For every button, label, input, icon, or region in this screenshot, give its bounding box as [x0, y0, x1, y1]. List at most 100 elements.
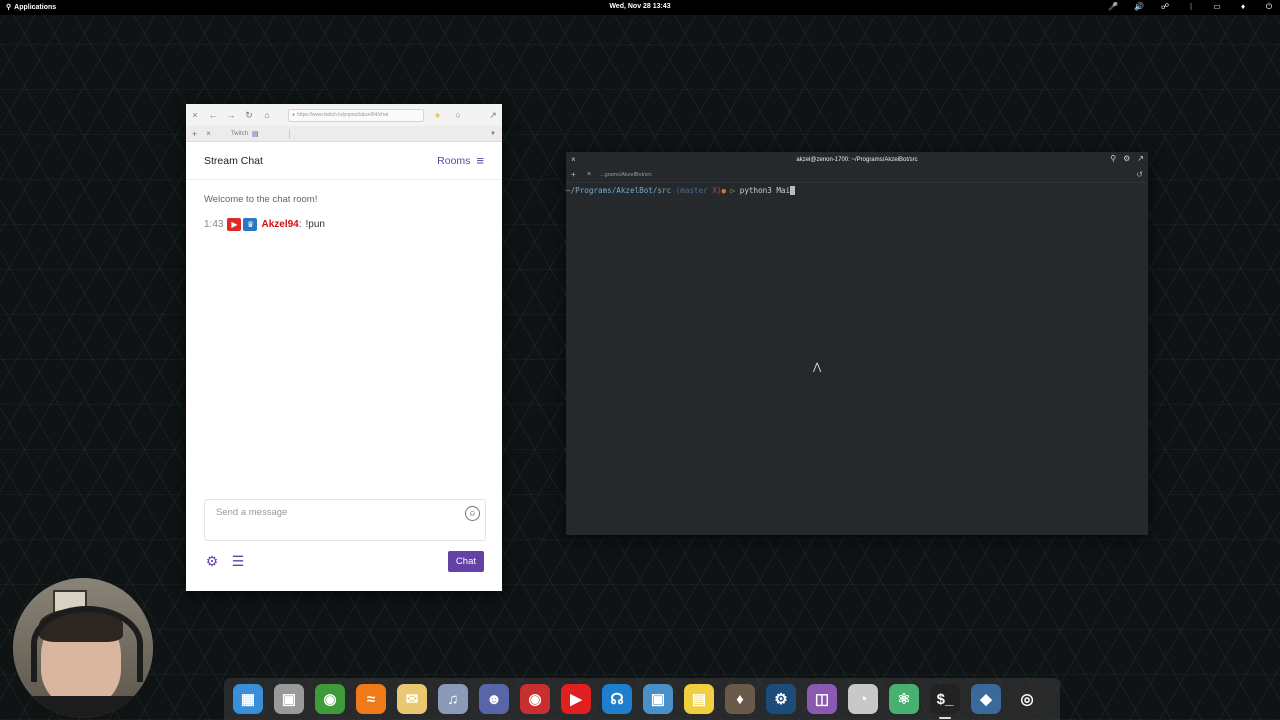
terminal-tab[interactable]: ...grams/AkzelBot/src	[600, 172, 652, 178]
forward-icon[interactable]: →	[222, 110, 240, 120]
dock-app[interactable]: ◔	[845, 681, 881, 717]
prompt-dot-icon: ●	[721, 186, 727, 195]
browser-icon: ◉	[315, 684, 345, 714]
dock-app[interactable]: ▦	[230, 681, 266, 717]
prompt-arrow-icon: ▷	[730, 186, 736, 195]
notes-icon: ▤	[684, 684, 714, 714]
network-icon[interactable]: ☍	[1160, 2, 1170, 12]
subscriber-badge-icon[interactable]: ♛	[243, 218, 258, 231]
extension-icon[interactable]: ★	[434, 111, 441, 120]
close-tab-icon[interactable]: ×	[206, 129, 211, 138]
terminal-title: akzel@zenon-1700: ~/Programs/AkzelBot/sr…	[796, 156, 918, 163]
browser-toolbar: × ← → ↻ ⌂ ● https://www.twitch.tv/popout…	[186, 104, 502, 126]
bluetooth-icon[interactable]: ᛁ	[1186, 2, 1196, 12]
multitasking-view-icon: ▦	[233, 684, 263, 714]
close-icon[interactable]: ×	[186, 110, 204, 120]
reload-icon[interactable]: ↻	[240, 110, 258, 121]
game-icon: ♦	[725, 684, 755, 714]
mail-icon: ✉	[397, 684, 427, 714]
photos-icon: ▣	[643, 684, 673, 714]
viewer-list-icon[interactable]: ☰	[230, 553, 246, 570]
dock-app[interactable]: ♦	[722, 681, 758, 717]
dock-app[interactable]: ≈	[353, 681, 389, 717]
youtube-icon: ▶	[561, 684, 591, 714]
terminal-icon: $_	[930, 684, 960, 714]
close-icon[interactable]: ×	[571, 155, 576, 164]
message-username[interactable]: Akzel94	[261, 219, 298, 230]
history-icon[interactable]: ↺	[1136, 170, 1143, 179]
dock-app[interactable]: ▣	[640, 681, 676, 717]
welcome-message: Welcome to the chat room!	[204, 194, 318, 205]
search-icon[interactable]: ⚲	[1110, 154, 1116, 163]
chat-message: 1:43 ▶ ♛ Akzel94: !pun	[204, 218, 325, 231]
prompt-branch: (master	[675, 186, 713, 195]
new-tab-icon[interactable]: +	[192, 129, 197, 139]
broadcaster-badge-icon[interactable]: ▶	[227, 218, 242, 231]
terminal-output[interactable]: ~/Programs/AkzelBot/src (master X)● ▷ py…	[566, 183, 1148, 195]
dock-app[interactable]: ◉	[517, 681, 553, 717]
power-icon[interactable]: ⏻	[1264, 2, 1274, 12]
notifications-icon[interactable]: ♦	[1238, 2, 1248, 12]
dock-app[interactable]: ▣	[271, 681, 307, 717]
lock-icon: ●	[292, 112, 296, 118]
appcenter-icon: ◫	[807, 684, 837, 714]
dock-app[interactable]: ▤	[681, 681, 717, 717]
new-tab-icon[interactable]: +	[571, 170, 576, 179]
dock-app[interactable]: ◎	[1009, 681, 1045, 717]
dock-app[interactable]: ☻	[476, 681, 512, 717]
podcasts-icon: ☊	[602, 684, 632, 714]
tab-twitch[interactable]: Twitch ▤	[219, 130, 289, 138]
terminal-titlebar: × akzel@zenon-1700: ~/Programs/AkzelBot/…	[566, 152, 1148, 167]
dock-app[interactable]: ▶	[558, 681, 594, 717]
tab-divider	[288, 128, 290, 139]
volume-icon[interactable]: 🔊	[1134, 2, 1144, 12]
rooms-button[interactable]: Rooms ≡	[437, 153, 484, 168]
dock-app[interactable]: ♫	[435, 681, 471, 717]
emoji-icon[interactable]: ☺	[465, 506, 480, 521]
fullscreen-icon[interactable]: ↗	[484, 110, 502, 121]
datetime[interactable]: Wed, Nov 28 13:43	[609, 3, 670, 10]
url-bar[interactable]: ● https://www.twitch.tv/popout/akzel94/c…	[288, 108, 424, 122]
top-panel: ⚲ Applications Wed, Nov 28 13:43 🎤 🔊 ☍ ᛁ…	[0, 0, 1280, 15]
dock-app[interactable]: ◫	[804, 681, 840, 717]
atom-icon: ⚛	[889, 684, 919, 714]
dock-app[interactable]: ✉	[394, 681, 430, 717]
command-text: python3 Mai	[739, 186, 791, 195]
tab-menu-icon[interactable]: ▼	[490, 131, 496, 137]
maximize-icon[interactable]: ↗	[1137, 154, 1144, 163]
chat-header: Stream Chat Rooms ≡	[186, 142, 502, 180]
music-icon: ♫	[438, 684, 468, 714]
applications-menu[interactable]: ⚲ Applications	[6, 3, 56, 12]
tab-title: Twitch	[230, 130, 248, 137]
search-icon: ⚲	[6, 4, 12, 11]
settings-icon[interactable]: ○	[449, 110, 467, 120]
dock-app[interactable]: ☊	[599, 681, 635, 717]
dock-app[interactable]: ⚙	[763, 681, 799, 717]
headset	[31, 606, 143, 682]
gear-icon[interactable]: ⚙	[204, 553, 220, 570]
dock-app[interactable]: ⚛	[886, 681, 922, 717]
home-icon[interactable]: ⌂	[258, 110, 276, 120]
indicators: 🎤 🔊 ☍ ᛁ ▭ ♦ ⏻	[1108, 2, 1274, 12]
gear-icon[interactable]: ⚙	[1123, 154, 1130, 163]
prompt-path: ~/Programs/AkzelBot/src	[566, 186, 672, 195]
dock-app[interactable]: $_	[927, 681, 963, 719]
close-tab-icon[interactable]: ×	[587, 171, 591, 178]
obs-icon: ◎	[1012, 684, 1042, 714]
mic-icon[interactable]: 🎤	[1108, 2, 1118, 12]
chat-input[interactable]	[214, 506, 458, 519]
battery-icon[interactable]: ▭	[1212, 2, 1222, 12]
text-cursor: _	[790, 186, 795, 195]
chat-input-box: ☺	[204, 499, 486, 541]
dock: ▦ ▣ ◉ ≈ ✉ ♫ ☻ ◉ ▶ ☊ ▣ ▤ ♦ ⚙ ◫ ◔ ⚛ $_ ◆ ◎	[224, 678, 1060, 720]
dock-app[interactable]: ◉	[312, 681, 348, 717]
dock-app[interactable]: ◆	[968, 681, 1004, 717]
webcam-overlay	[13, 578, 153, 718]
davinci-resolve-icon: ◆	[971, 684, 1001, 714]
browser-window: × ← → ↻ ⌂ ● https://www.twitch.tv/popout…	[186, 104, 502, 591]
back-icon[interactable]: ←	[204, 110, 222, 120]
rooms-icon: ≡	[476, 153, 484, 168]
chat-send-button[interactable]: Chat	[447, 550, 484, 572]
message-colon: :	[298, 219, 302, 230]
terminal-window: × akzel@zenon-1700: ~/Programs/AkzelBot/…	[566, 152, 1148, 535]
